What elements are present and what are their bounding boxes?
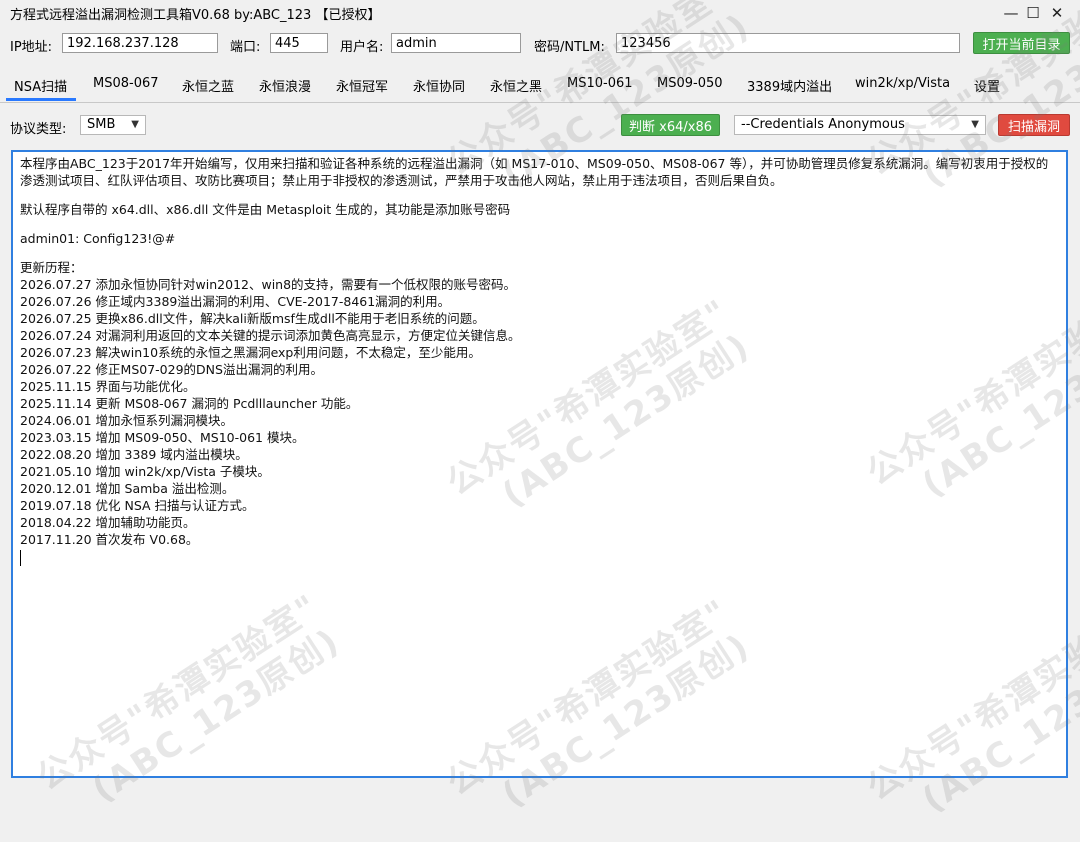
output-text-area[interactable]: 本程序由ABC_123于2017年开始编写，仅用来扫描和验证各种系统的远程溢出漏…	[11, 150, 1068, 778]
tab-3389-domain-overflow[interactable]: 3389域内溢出	[747, 76, 832, 95]
port-input[interactable]	[270, 33, 328, 53]
tab-bar: NSA扫描 MS08-067 永恒之蓝 永恒浪漫 永恒冠军 永恒协同 永恒之黑 …	[0, 68, 1080, 103]
window-title: 方程式远程溢出漏洞检测工具箱V0.68 by:ABC_123 【已授权】	[10, 8, 381, 23]
changelog-line: 2026.07.25 更换x86.dll文件，解决kali新版msf生成dll不…	[20, 311, 485, 326]
tab-ms10-061[interactable]: MS10-061	[567, 76, 633, 91]
changelog-line: 2026.07.24 对漏洞利用返回的文本关键的提示词添加黄色高亮显示，方便定位…	[20, 328, 521, 343]
tab-settings[interactable]: 设置	[974, 76, 1000, 95]
changelog-line: 2022.08.20 增加 3389 域内溢出模块。	[20, 447, 248, 462]
changelog-title: 更新历程：	[20, 260, 83, 275]
connection-row: IP地址: 端口: 用户名: 密码/NTLM: 打开当前目录	[0, 32, 1080, 58]
port-label: 端口:	[230, 40, 261, 55]
changelog-line: 2023.03.15 增加 MS09-050、MS10-061 模块。	[20, 430, 305, 445]
username-label: 用户名:	[340, 40, 384, 55]
account-text: admin01: Config123!@#	[20, 231, 176, 246]
password-input[interactable]	[616, 33, 960, 53]
text-cursor	[20, 549, 21, 566]
title-bar: 方程式远程溢出漏洞检测工具箱V0.68 by:ABC_123 【已授权】 — ☐…	[0, 0, 1080, 26]
tab-eternal-champion[interactable]: 永恒冠军	[336, 76, 388, 95]
tab-ms09-050[interactable]: MS09-050	[657, 76, 723, 91]
changelog-line: 2025.11.14 更新 MS08-067 漏洞的 Pcdlllauncher…	[20, 396, 359, 411]
protocol-label: 协议类型:	[10, 122, 67, 137]
ip-label: IP地址:	[10, 40, 53, 55]
chevron-down-icon: ▼	[131, 119, 139, 130]
changelog-line: 2019.07.18 优化 NSA 扫描与认证方式。	[20, 498, 255, 513]
credentials-select-value: --Credentials Anonymous	[741, 117, 905, 132]
detect-arch-button[interactable]: 判断 x64/x86	[621, 114, 720, 136]
changelog-line: 2020.12.01 增加 Samba 溢出检测。	[20, 481, 235, 496]
changelog-line: 2026.07.22 修正MS07-029的DNS溢出漏洞的利用。	[20, 362, 323, 377]
changelog-line: 2025.11.15 界面与功能优化。	[20, 379, 196, 394]
tab-eternal-darkness[interactable]: 永恒之黑	[490, 76, 542, 95]
changelog-line: 2017.11.20 首次发布 V0.68。	[20, 532, 199, 547]
tab-ms08-067[interactable]: MS08-067	[93, 76, 159, 91]
tab-nsa-scan[interactable]: NSA扫描	[14, 76, 67, 95]
protocol-select-value: SMB	[87, 117, 116, 132]
changelog-line: 2026.07.26 修正域内3389溢出漏洞的利用、CVE-2017-8461…	[20, 294, 451, 309]
changelog-line: 2026.07.23 解决win10系统的永恒之黑漏洞exp利用问题，不太稳定，…	[20, 345, 481, 360]
username-input[interactable]	[391, 33, 521, 53]
tab-eternal-blue[interactable]: 永恒之蓝	[182, 76, 234, 95]
tab-win2k-xp-vista[interactable]: win2k/xp/Vista	[855, 76, 950, 91]
ip-input[interactable]	[62, 33, 218, 53]
changelog-line: 2018.04.22 增加辅助功能页。	[20, 515, 196, 530]
scan-vulnerability-button[interactable]: 扫描漏洞	[998, 114, 1070, 136]
close-button[interactable]: ✕	[1034, 0, 1080, 26]
credentials-select[interactable]: --Credentials Anonymous ▼	[734, 115, 986, 135]
changelog-line: 2024.06.01 增加永恒系列漏洞模块。	[20, 413, 234, 428]
options-row: 协议类型: SMB ▼ 判断 x64/x86 --Credentials Ano…	[0, 112, 1080, 140]
active-tab-indicator	[6, 98, 76, 101]
dll-note-text: 默认程序自带的 x64.dll、x86.dll 文件是由 Metasploit …	[20, 202, 511, 217]
password-label: 密码/NTLM:	[534, 40, 605, 55]
changelog-line: 2021.05.10 增加 win2k/xp/Vista 子模块。	[20, 464, 270, 479]
chevron-down-icon: ▼	[971, 119, 979, 130]
protocol-select[interactable]: SMB ▼	[80, 115, 146, 135]
intro-text: 本程序由ABC_123于2017年开始编写，仅用来扫描和验证各种系统的远程溢出漏…	[20, 156, 1049, 188]
tab-eternal-synergy[interactable]: 永恒协同	[413, 76, 465, 95]
changelog-line: 2026.07.27 添加永恒协同针对win2012、win8的支持，需要有一个…	[20, 277, 517, 292]
open-directory-button[interactable]: 打开当前目录	[973, 32, 1070, 54]
tab-eternal-romance[interactable]: 永恒浪漫	[259, 76, 311, 95]
